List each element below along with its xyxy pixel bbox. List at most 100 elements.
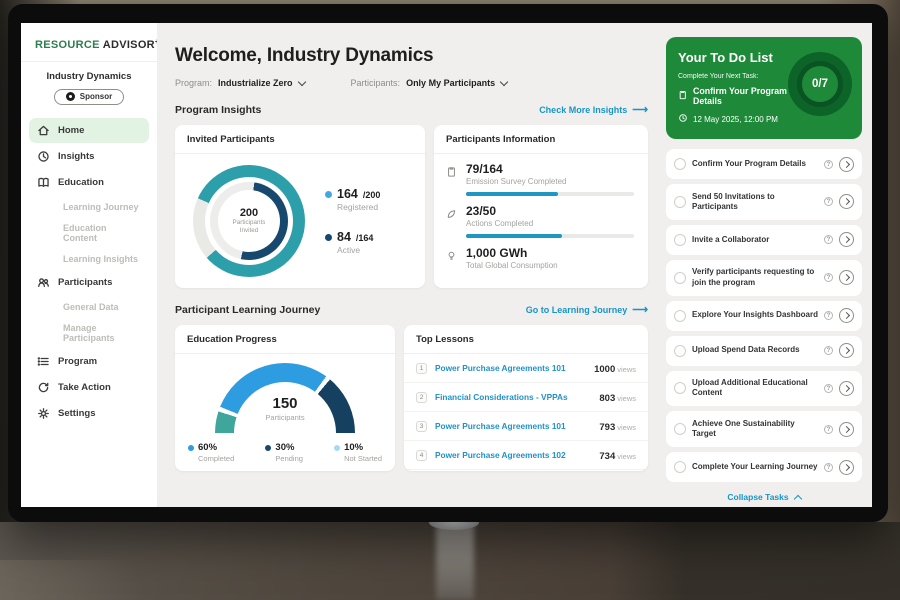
sidebar-item-education[interactable]: Education (29, 170, 149, 195)
help-icon[interactable]: ? (824, 463, 833, 472)
chevron-right-icon[interactable] (839, 308, 854, 323)
lesson-row: 2 Financial Considerations - VPPAs 803vi… (404, 383, 648, 412)
lesson-row: 4 Power Purchase Agreements 102 734views (404, 441, 648, 470)
task-checkbox[interactable] (674, 423, 686, 435)
chevron-right-icon[interactable] (839, 422, 854, 437)
sidebar-item-home[interactable]: Home (29, 118, 149, 143)
chevron-right-icon[interactable] (839, 343, 854, 358)
task-row[interactable]: Upload Spend Data Records ? (666, 336, 862, 366)
task-checkbox[interactable] (674, 382, 686, 394)
chevron-up-icon (793, 494, 801, 502)
sidebar-item-settings[interactable]: Settings (29, 401, 149, 426)
help-icon[interactable]: ? (824, 384, 833, 393)
invited-legend: 164/200 Registered 84/164 Active (325, 187, 380, 255)
chevron-right-icon[interactable] (839, 232, 854, 247)
lesson-link[interactable]: Financial Considerations - VPPAs (435, 392, 591, 402)
help-icon[interactable]: ? (824, 346, 833, 355)
sidebar-item-program[interactable]: Program (29, 349, 149, 374)
task-row[interactable]: Confirm Your Program Details ? (666, 149, 862, 179)
sidebar-item-learning-journey[interactable]: Learning Journey (29, 196, 149, 217)
lesson-link[interactable]: Power Purchase Agreements 101 (435, 363, 586, 373)
chevron-down-icon (297, 78, 305, 86)
participants-select[interactable]: Participants: Only My Participants (351, 78, 508, 88)
task-row[interactable]: Explore Your Insights Dashboard ? (666, 301, 862, 331)
sidebar-item-take-action[interactable]: Take Action (29, 375, 149, 400)
lesson-row: 1 Power Purchase Agreements 101 1000view… (404, 354, 648, 383)
participants-information-card: Participants Information 79/164 Emission… (434, 125, 648, 288)
arrow-right-icon: ⟶ (632, 106, 648, 115)
help-icon[interactable]: ? (824, 273, 833, 282)
chevron-right-icon[interactable] (839, 460, 854, 475)
task-checkbox[interactable] (674, 310, 686, 322)
progress-bar (466, 234, 634, 238)
task-row[interactable]: Verify participants requesting to join t… (666, 260, 862, 296)
monitor-bezel: RESOURCE ADVISOR+ Industry Dynamics Spon… (8, 4, 888, 522)
sidebar-item-manage-participants[interactable]: Manage Participants (29, 317, 149, 348)
chevron-right-icon[interactable] (839, 381, 854, 396)
help-icon[interactable]: ? (824, 235, 833, 244)
task-checkbox[interactable] (674, 272, 686, 284)
legend-item-registered: 164/200 Registered (325, 187, 380, 212)
chevron-right-icon[interactable] (839, 194, 854, 209)
collapse-tasks-link[interactable]: Collapse Tasks (666, 487, 862, 507)
task-row[interactable]: Achieve One Sustainability Target ? (666, 411, 862, 447)
brand-logo[interactable]: RESOURCE ADVISOR+ (21, 33, 157, 62)
lesson-link[interactable]: Power Purchase Agreements 101 (435, 421, 591, 431)
legend-item-pending: 30% Pending (265, 442, 303, 463)
go-to-learning-journey-link[interactable]: Go to Learning Journey ⟶ (526, 305, 648, 315)
stat-actions-completed: 23/50 Actions Completed (434, 196, 648, 238)
org-header: Industry Dynamics Sponsor (21, 62, 157, 115)
help-icon[interactable]: ? (824, 160, 833, 169)
lightbulb-icon (446, 249, 457, 270)
sidebar-item-general-data[interactable]: General Data (29, 296, 149, 317)
task-checkbox[interactable] (674, 461, 686, 473)
sidebar-item-participants[interactable]: Participants (29, 270, 149, 295)
sidebar-item-learning-insights[interactable]: Learning Insights (29, 248, 149, 269)
legend-dot (325, 234, 332, 241)
check-more-insights-link[interactable]: Check More Insights ⟶ (539, 105, 648, 115)
task-checkbox[interactable] (674, 158, 686, 170)
program-select[interactable]: Program: Industrialize Zero (175, 78, 305, 88)
help-icon[interactable]: ? (824, 311, 833, 320)
sponsor-icon (66, 92, 75, 101)
stat-global-consumption: 1,000 GWh Total Global Consumption (434, 238, 648, 270)
survey-icon (446, 165, 457, 196)
invited-donut-chart: 200 Participants Invited (193, 165, 305, 277)
invited-participants-card: Invited Participants 200 Participants In… (175, 125, 425, 288)
task-checkbox[interactable] (674, 234, 686, 246)
legend-item-not-started: 10% Not Started (334, 442, 382, 463)
chevron-down-icon (500, 78, 508, 86)
help-icon[interactable]: ? (824, 197, 833, 206)
progress-bar (466, 192, 634, 196)
room-background: RESOURCE ADVISOR+ Industry Dynamics Spon… (0, 0, 900, 600)
clipboard-icon (678, 90, 688, 102)
home-icon (37, 124, 50, 137)
legend-dot (334, 445, 340, 451)
task-row[interactable]: Complete Your Learning Journey ? (666, 452, 862, 482)
chevron-right-icon[interactable] (839, 157, 854, 172)
task-row[interactable]: Send 50 Invitations to Participants ? (666, 184, 862, 220)
sidebar-item-education-content[interactable]: Education Content (29, 217, 149, 248)
education-legend: 60% Completed 30% Pending 10% (175, 435, 395, 463)
sidebar-nav: Home Insights Education Learning Journey… (21, 115, 157, 429)
task-checkbox[interactable] (674, 345, 686, 357)
todo-summary-card: Your To Do List Complete Your Next Task:… (666, 37, 862, 139)
task-row[interactable]: Upload Additional Educational Content ? (666, 371, 862, 407)
education-progress-card: Education Progress 150 Participants (175, 325, 395, 471)
chevron-right-icon[interactable] (839, 270, 854, 285)
legend-dot (265, 445, 271, 451)
sidebar-item-insights[interactable]: Insights (29, 144, 149, 169)
task-checkbox[interactable] (674, 196, 686, 208)
clock-icon (678, 113, 688, 125)
task-row[interactable]: Invite a Collaborator ? (666, 225, 862, 255)
list-icon (37, 355, 50, 368)
section-learning-journey: Participant Learning Journey (175, 304, 320, 316)
education-gauge-chart: 150 Participants (215, 363, 355, 435)
lesson-link[interactable]: Power Purchase Agreements 102 (435, 450, 591, 460)
book-icon (37, 176, 50, 189)
legend-dot (325, 191, 332, 198)
actions-icon (446, 207, 457, 238)
help-icon[interactable]: ? (824, 425, 833, 434)
arrow-right-icon: ⟶ (632, 306, 648, 315)
org-name: Industry Dynamics (27, 71, 151, 82)
